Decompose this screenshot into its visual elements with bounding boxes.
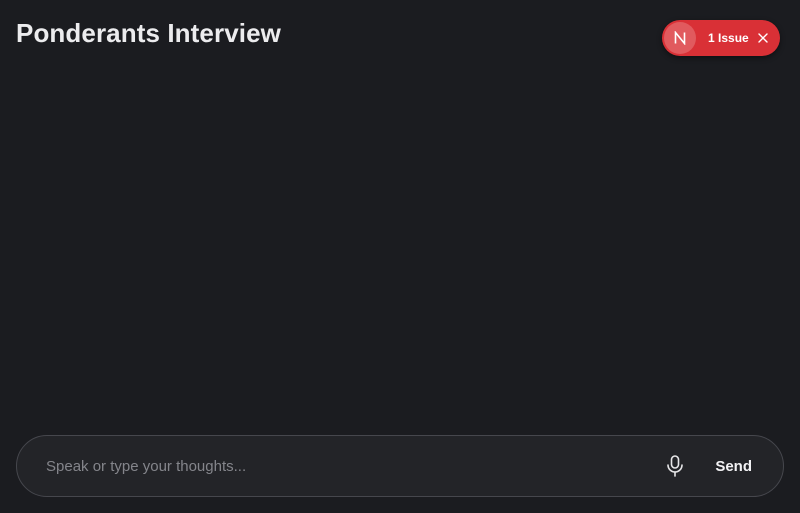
microphone-icon[interactable] <box>663 454 687 478</box>
issues-indicator[interactable]: 1 Issue <box>662 20 780 56</box>
close-icon[interactable] <box>757 32 769 44</box>
message-composer: Send <box>16 435 784 497</box>
nextjs-logo-icon[interactable] <box>664 22 696 54</box>
issue-count-label[interactable]: 1 Issue <box>708 31 749 45</box>
thoughts-input[interactable] <box>46 436 664 496</box>
send-button[interactable]: Send <box>715 458 752 475</box>
page-title: Ponderants Interview <box>16 18 281 48</box>
interview-page: Ponderants Interview 1 Issue Send <box>0 0 800 513</box>
